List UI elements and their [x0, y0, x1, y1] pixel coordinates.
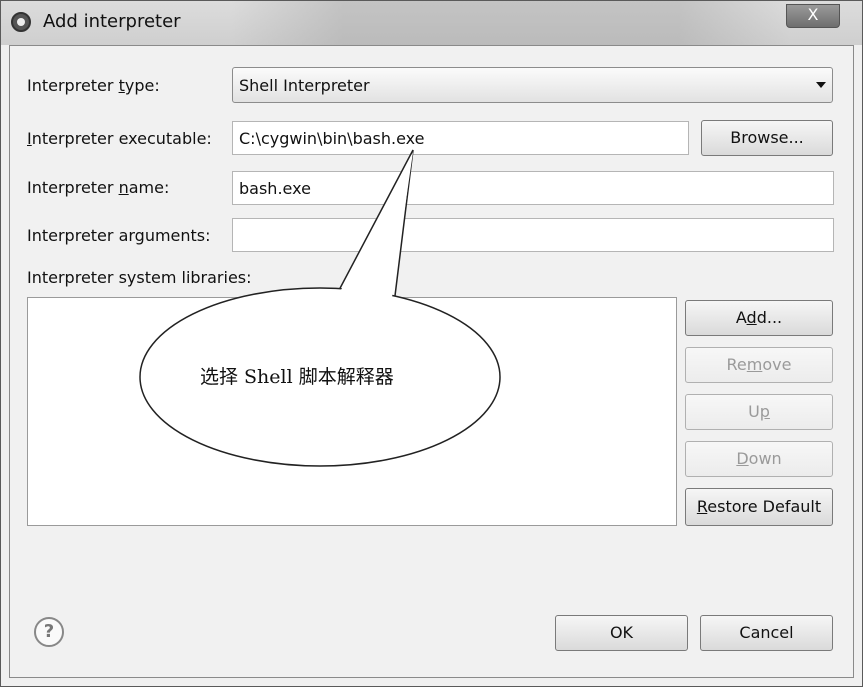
chevron-down-icon — [816, 82, 826, 88]
interpreter-type-label: Interpreter type: — [27, 76, 160, 95]
remove-library-button[interactable]: Remove — [685, 347, 833, 383]
ok-button[interactable]: OK — [555, 615, 688, 651]
interpreter-executable-label: Interpreter executable: — [27, 129, 212, 148]
system-libraries-list[interactable] — [27, 297, 677, 526]
up-button[interactable]: Up — [685, 394, 833, 430]
interpreter-type-select[interactable]: Shell Interpreter — [232, 67, 833, 103]
help-icon[interactable]: ? — [34, 617, 64, 647]
interpreter-arguments-label: Interpreter arguments: — [27, 226, 211, 245]
background-window-blur — [231, 1, 791, 45]
cancel-button[interactable]: Cancel — [700, 615, 833, 651]
eclipse-app-icon — [11, 12, 31, 32]
interpreter-arguments-field[interactable] — [232, 218, 834, 252]
interpreter-name-label: Interpreter name: — [27, 178, 170, 197]
interpreter-executable-field[interactable]: C:\cygwin\bin\bash.exe — [232, 121, 689, 155]
dialog-title: Add interpreter — [43, 11, 181, 32]
close-button[interactable]: X — [786, 4, 840, 28]
system-libraries-label: Interpreter system libraries: — [27, 268, 252, 287]
add-library-button[interactable]: Add... — [685, 300, 833, 336]
browse-button[interactable]: Browse... — [701, 120, 833, 156]
restore-default-button[interactable]: Restore Default — [685, 488, 833, 526]
down-button[interactable]: Down — [685, 441, 833, 477]
callout-text: 选择 Shell 脚本解释器 — [200, 366, 394, 388]
title-bar: Add interpreter X — [1, 1, 862, 45]
interpreter-name-field[interactable]: bash.exe — [232, 171, 834, 205]
interpreter-type-value: Shell Interpreter — [239, 76, 370, 95]
